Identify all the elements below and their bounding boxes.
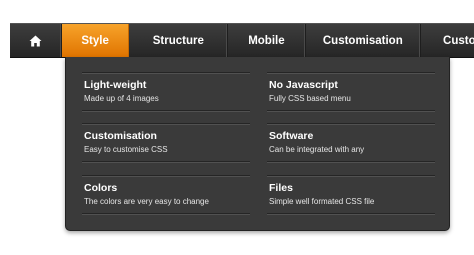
dropdown-item-description: Can be integrated with any	[269, 145, 365, 154]
nav-item-customisation[interactable]: Customisation	[306, 24, 422, 57]
dropdown-item-title: No Javascript	[269, 79, 338, 91]
nav-item-structure[interactable]: Structure	[129, 24, 229, 57]
nav-item-label: Custom	[443, 34, 474, 47]
page: Style Structure Mobile Customisation Cus…	[0, 0, 474, 255]
dropdown-item-title: Light-weight	[84, 79, 147, 91]
nav-item-customisation-2[interactable]: Custom	[421, 24, 474, 57]
divider	[267, 110, 435, 112]
divider	[82, 175, 250, 177]
divider	[82, 161, 250, 163]
divider	[82, 123, 250, 125]
dropdown-item-description: Simple well formated CSS file	[269, 197, 375, 206]
home-icon	[29, 35, 42, 46]
main-menu-bar: Style Structure Mobile Customisation Cus…	[10, 23, 474, 58]
divider	[82, 72, 250, 74]
dropdown-item-software[interactable]: Software Can be integrated with any	[267, 123, 435, 163]
nav-item-label: Style	[81, 34, 109, 47]
divider	[267, 175, 435, 177]
dropdown-item-description: Made up of 4 images	[84, 94, 159, 103]
nav-item-home[interactable]	[10, 24, 62, 57]
dropdown-item-title: Colors	[84, 182, 118, 194]
divider	[267, 72, 435, 74]
divider	[267, 213, 435, 215]
dropdown-item-title: Files	[269, 182, 293, 194]
dropdown-item-description: Fully CSS based menu	[269, 94, 351, 103]
dropdown-item-customisation[interactable]: Customisation Easy to customise CSS	[82, 123, 250, 163]
dropdown-item-title: Customisation	[84, 130, 157, 142]
divider	[267, 123, 435, 125]
dropdown-item-description: Easy to customise CSS	[84, 145, 168, 154]
dropdown-item-colors[interactable]: Colors The colors are very easy to chang…	[82, 175, 250, 215]
style-dropdown-panel: Light-weight Made up of 4 images No Java…	[65, 57, 450, 231]
nav-item-label: Mobile	[248, 34, 285, 47]
nav-item-label: Customisation	[322, 34, 403, 47]
dropdown-item-light-weight[interactable]: Light-weight Made up of 4 images	[82, 72, 250, 112]
dropdown-item-description: The colors are very easy to change	[84, 197, 209, 206]
divider	[82, 213, 250, 215]
dropdown-item-no-javascript[interactable]: No Javascript Fully CSS based menu	[267, 72, 435, 112]
dropdown-item-files[interactable]: Files Simple well formated CSS file	[267, 175, 435, 215]
nav-item-mobile[interactable]: Mobile	[228, 24, 306, 57]
nav-item-style[interactable]: Style	[61, 24, 130, 57]
divider	[82, 110, 250, 112]
nav-item-label: Structure	[152, 34, 204, 47]
divider	[267, 161, 435, 163]
dropdown-item-title: Software	[269, 130, 314, 142]
